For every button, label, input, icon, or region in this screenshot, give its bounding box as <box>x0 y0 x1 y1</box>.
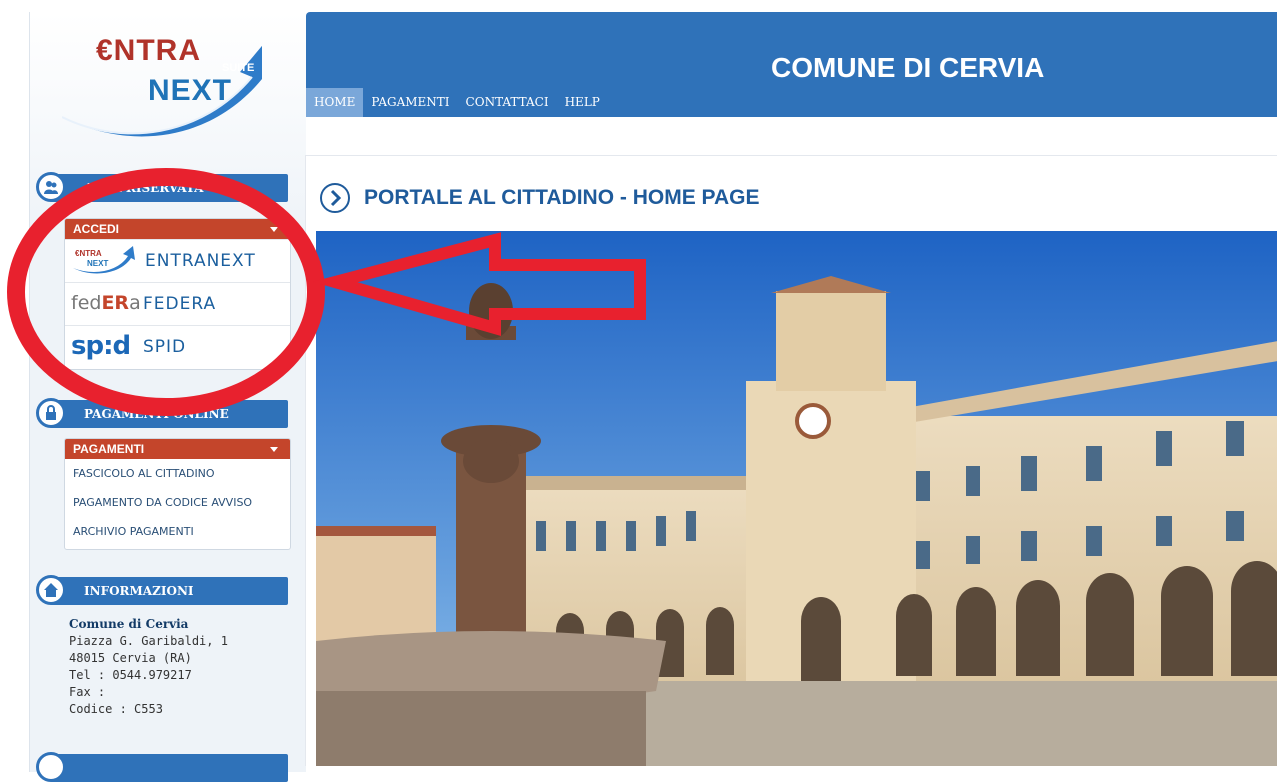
federa-logo-icon: fedERa <box>71 292 141 314</box>
main-nav: HOME PAGAMENTI CONTATTACI HELP <box>306 88 608 117</box>
entranext-logo-icon: €NTRA NEXT <box>73 246 135 274</box>
section-pagamenti-online: PAGAMENTI ONLINE <box>36 398 289 428</box>
login-entranext[interactable]: €NTRA NEXT ENTRANEXT <box>65 239 290 282</box>
main-content: PORTALE AL CITTADINO - HOME PAGE <box>305 155 1277 766</box>
link-pagamento-codice-avviso[interactable]: PAGAMENTO DA CODICE AVVISO <box>65 488 290 517</box>
city-title: COMUNE DI CERVIA <box>771 52 1045 83</box>
users-icon <box>36 172 66 202</box>
svg-text:NEXT: NEXT <box>87 259 108 268</box>
pagamenti-dropdown[interactable]: PAGAMENTI <box>65 439 290 459</box>
section-title: INFORMAZIONI <box>84 584 194 598</box>
town-hall-photo <box>316 231 1277 766</box>
accedi-label: ACCEDI <box>73 222 120 236</box>
login-spid-label: SPID <box>143 337 187 357</box>
caret-down-icon <box>270 447 278 452</box>
pagamenti-label: PAGAMENTI <box>73 442 145 456</box>
link-fascicolo[interactable]: FASCICOLO AL CITTADINO <box>65 459 290 488</box>
logo-suite: SUITE <box>222 62 255 74</box>
spid-logo-icon: sp:d <box>71 331 131 361</box>
info-tel: Tel : 0544.979217 <box>69 668 192 682</box>
site-header: COMUNE DI CERVIA HOME PAGAMENTI CONTATTA… <box>306 12 1277 117</box>
nav-home[interactable]: HOME <box>306 88 364 117</box>
login-federa[interactable]: fedERa FEDERA <box>65 282 290 325</box>
contact-info: Comune di Cervia Piazza G. Garibaldi, 1 … <box>69 616 228 718</box>
info-city: 48015 Cervia (RA) <box>69 651 192 665</box>
info-code: Codice : C553 <box>69 702 163 716</box>
info-name: Comune di Cervia <box>69 617 189 631</box>
page-heading: PORTALE AL CITTADINO - HOME PAGE <box>320 183 760 213</box>
logo-word-next: NEXT <box>148 74 233 107</box>
nav-pagamenti[interactable]: PAGAMENTI <box>363 88 457 117</box>
section-title: PAGAMENTI ONLINE <box>84 407 229 421</box>
info-fax: Fax : <box>69 685 106 699</box>
caret-down-icon <box>270 227 278 232</box>
section-title: AREA RISERVATA <box>84 181 204 195</box>
payments-panel: PAGAMENTI FASCICOLO AL CITTADINO PAGAMEN… <box>64 438 291 550</box>
link-archivio-pagamenti[interactable]: ARCHIVIO PAGAMENTI <box>65 517 290 546</box>
login-panel: ACCEDI €NTRA NEXT ENTRANEXT fedERa FEDER… <box>64 218 291 370</box>
section-icon <box>36 752 66 782</box>
chevron-right-icon <box>320 183 350 213</box>
lock-icon <box>36 398 66 428</box>
login-entranext-label: ENTRANEXT <box>145 251 256 271</box>
logo-word-entra: €NTRA <box>96 34 202 67</box>
section-informazioni: INFORMAZIONI <box>36 575 289 605</box>
page-title: PORTALE AL CITTADINO - HOME PAGE <box>364 186 760 209</box>
login-federa-label: FEDERA <box>143 294 217 314</box>
section-next <box>36 752 289 782</box>
home-icon <box>36 575 66 605</box>
entranext-suite-logo[interactable]: €NTRA NEXT SUITE <box>62 22 262 152</box>
info-address: Piazza G. Garibaldi, 1 <box>69 634 228 648</box>
login-spid[interactable]: sp:d SPID <box>65 325 290 368</box>
accedi-dropdown[interactable]: ACCEDI <box>65 219 290 239</box>
svg-text:€NTRA: €NTRA <box>75 249 102 258</box>
nav-contattaci[interactable]: CONTATTACI <box>458 88 557 117</box>
section-area-riservata: AREA RISERVATA <box>36 172 289 202</box>
nav-help[interactable]: HELP <box>557 88 608 117</box>
